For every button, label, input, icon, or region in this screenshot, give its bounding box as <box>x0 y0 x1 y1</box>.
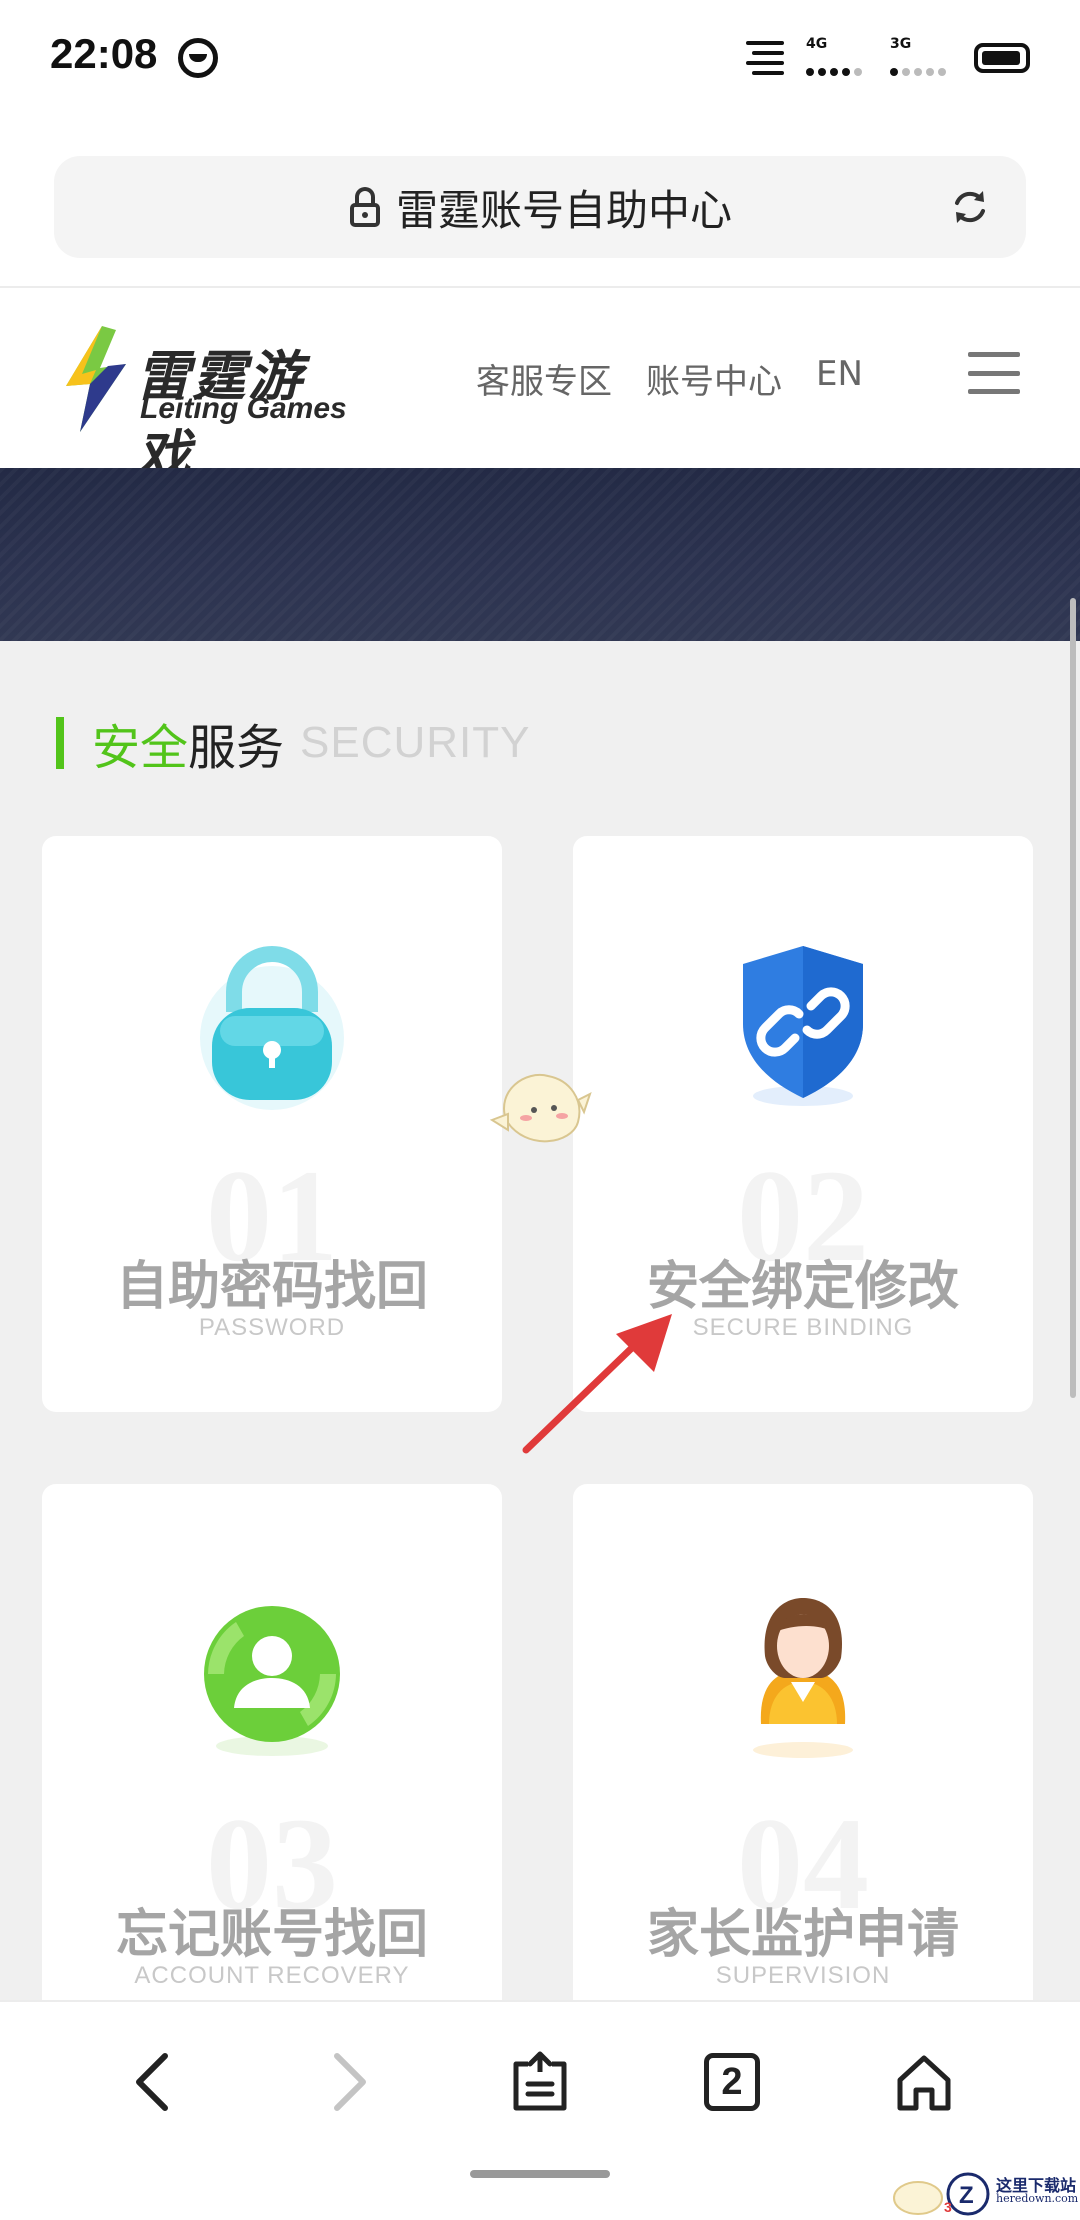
reload-icon[interactable] <box>950 187 990 227</box>
shield-link-icon <box>743 946 863 1106</box>
address-bar[interactable]: 雷霆账号自助中心 <box>54 156 1026 258</box>
battery-icon <box>974 43 1030 73</box>
signal-4g-icon: 4G <box>806 36 868 80</box>
tabs-count: 2 <box>704 2053 760 2111</box>
status-time: 22:08 <box>50 30 158 77</box>
lightning-logo-icon <box>66 326 126 432</box>
watermark-logo-icon: Z 3 <box>893 2172 990 2216</box>
back-button[interactable] <box>104 2032 204 2132</box>
card-parental-supervision[interactable]: 04 家长监护申请 SUPERVISION <box>573 1484 1033 2060</box>
lock-icon <box>200 946 344 1110</box>
nav-language-en[interactable]: EN <box>816 354 863 403</box>
home-button[interactable] <box>874 2032 974 2132</box>
status-bar: 22:08 4G 3G <box>0 0 1080 116</box>
leiting-logo[interactable]: 雷霆游戏 Leiting Games <box>56 324 356 487</box>
nav-account-center[interactable]: 账号中心 <box>646 354 782 403</box>
page-scrollbar[interactable] <box>1070 598 1076 1398</box>
hero-banner <box>0 468 1080 641</box>
gesture-home-bar[interactable] <box>470 2170 610 2178</box>
logo-english: Leiting Games <box>140 392 347 425</box>
mascot-sticker-icon <box>489 1073 592 1143</box>
parent-icon <box>753 1598 853 1758</box>
site-nav: 客服专区 账号中心 EN <box>476 354 863 403</box>
menu-icon[interactable] <box>968 352 1020 394</box>
forward-button[interactable] <box>298 2032 398 2132</box>
share-upload-icon <box>513 2051 567 2111</box>
tabs-button[interactable]: 2 <box>682 2032 782 2132</box>
annotation-arrow-icon <box>522 1314 672 1454</box>
section-title-bar <box>56 717 64 769</box>
share-button[interactable] <box>490 2032 590 2132</box>
site-header: 雷霆游戏 Leiting Games 客服专区 账号中心 EN <box>0 288 1080 487</box>
watermark: Z 3 这里下载站 heredown.com <box>888 2168 1080 2220</box>
section-title: 安全 服务 SECURITY <box>56 715 531 776</box>
page-url-title[interactable]: 雷霆账号自助中心 <box>396 177 732 238</box>
secure-lock-icon <box>348 187 382 227</box>
chevron-right-icon <box>334 2053 366 2111</box>
chevron-left-icon <box>136 2053 168 2111</box>
user-circle-icon <box>204 1606 340 1756</box>
notification-lines-icon <box>746 41 784 75</box>
card-password-recovery[interactable]: 01 自助密码找回 PASSWORD <box>42 836 502 1412</box>
nav-customer-service[interactable]: 客服专区 <box>476 354 612 403</box>
signal-3g-icon: 3G <box>890 36 952 80</box>
do-not-disturb-icon <box>178 38 218 78</box>
card-account-recovery[interactable]: 03 忘记账号找回 ACCOUNT RECOVERY <box>42 1484 502 2060</box>
svg-text:Z: Z <box>959 2182 974 2209</box>
svg-text:3: 3 <box>944 2199 952 2215</box>
home-icon <box>897 2055 951 2111</box>
